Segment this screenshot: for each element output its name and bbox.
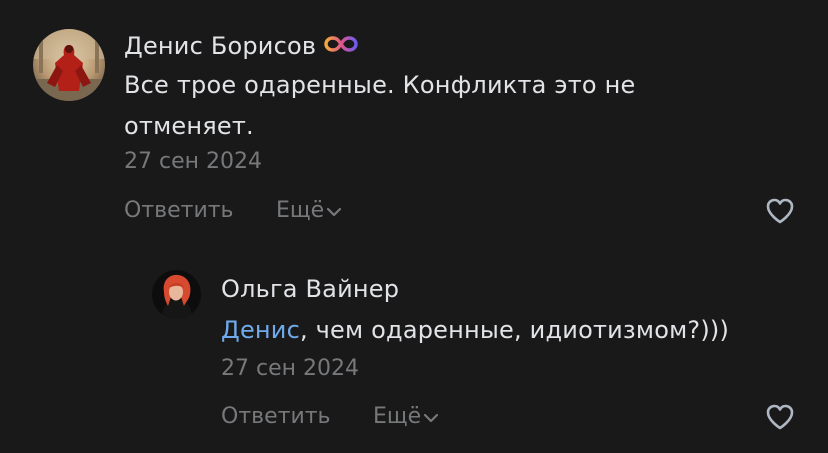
- comment-author-row: Денис Борисов: [124, 32, 358, 60]
- reply-button[interactable]: Ответить: [124, 198, 234, 223]
- heart-outline-icon: [766, 198, 794, 224]
- like-button[interactable]: [764, 402, 796, 432]
- more-button[interactable]: Ещё: [276, 198, 342, 223]
- like-button[interactable]: [764, 196, 796, 226]
- comment-author[interactable]: Ольга Вайнер: [221, 275, 399, 303]
- comment-text-body: , чем одаренные, идиотизмом?))): [300, 316, 730, 344]
- comment-text: Денис, чем одаренные, идиотизмом?))): [221, 310, 801, 351]
- comment-author[interactable]: Денис Борисов: [124, 32, 316, 60]
- more-label: Ещё: [373, 404, 422, 429]
- avatar-image: [33, 29, 105, 101]
- more-label: Ещё: [276, 198, 325, 223]
- avatar[interactable]: [152, 270, 201, 319]
- chevron-down-icon: [424, 413, 439, 422]
- heart-outline-icon: [766, 404, 794, 430]
- chevron-down-icon: [327, 207, 342, 216]
- comment-date[interactable]: 27 сен 2024: [221, 356, 359, 381]
- avatar-image: [152, 270, 201, 319]
- comment-date[interactable]: 27 сен 2024: [124, 149, 262, 174]
- comment-text: Все трое одаренные. Конфликта это не отм…: [124, 71, 636, 140]
- infinity-badge-icon: [324, 31, 358, 59]
- avatar[interactable]: [33, 29, 105, 101]
- more-button[interactable]: Ещё: [373, 404, 439, 429]
- reply-button[interactable]: Ответить: [221, 404, 331, 429]
- mention-link[interactable]: Денис: [221, 316, 300, 344]
- comments-thread: Денис Борисов Все трое одаренные. Конфли…: [0, 0, 828, 453]
